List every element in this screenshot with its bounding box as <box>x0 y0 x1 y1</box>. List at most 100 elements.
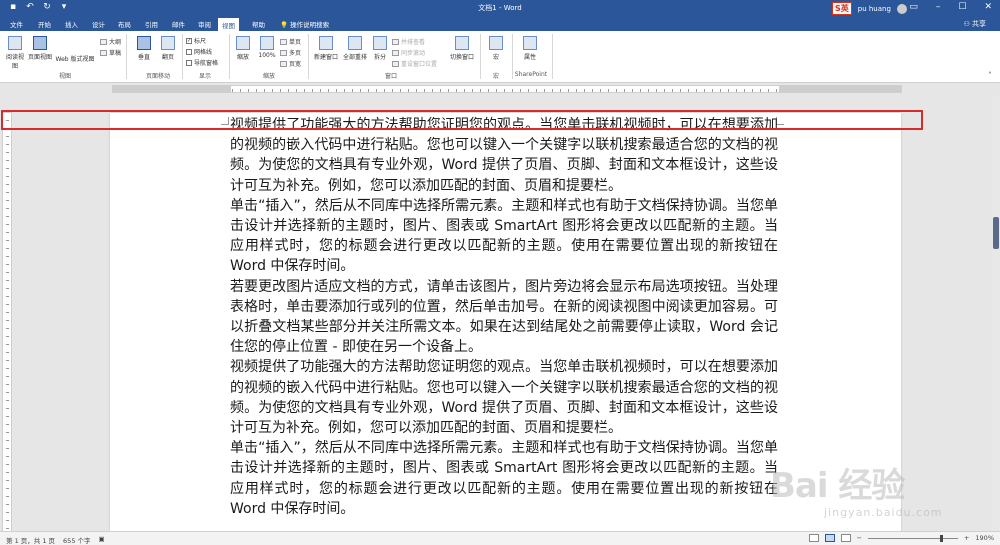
close-icon[interactable]: ✕ <box>984 2 992 12</box>
page-count[interactable]: 第 1 页，共 1 页 <box>6 535 55 545</box>
zoom-level[interactable]: 190% <box>975 534 994 542</box>
web-layout-view-icon[interactable] <box>840 534 851 542</box>
zoom-out-button[interactable]: − <box>857 534 862 542</box>
zoom-slider[interactable] <box>867 534 958 542</box>
reset-window-icon <box>392 60 399 67</box>
ruler-left-margin <box>113 86 231 92</box>
word-count[interactable]: 655 个字 <box>63 535 90 545</box>
macros-button[interactable]: 宏 <box>486 36 506 61</box>
split-button[interactable]: 拆分 <box>371 36 389 61</box>
baidu-jingyan-watermark: Bai 经验 jingyan.baidu.com <box>770 458 960 528</box>
page-width-icon <box>280 60 287 67</box>
print-layout-icon <box>33 36 47 50</box>
read-mode-icon <box>8 36 22 50</box>
tab-view[interactable]: 视图 <box>218 18 239 31</box>
one-page-icon <box>280 38 287 45</box>
group-zoom-label: 缩放 <box>262 73 275 80</box>
minimize-icon[interactable]: – <box>936 2 941 12</box>
ime-badge[interactable]: S英 <box>832 2 852 15</box>
collapse-ribbon-icon[interactable]: ˄ <box>988 71 992 80</box>
new-window-icon <box>319 36 333 50</box>
proofing-icon[interactable]: ▣ <box>99 535 105 545</box>
draft-icon <box>100 49 107 56</box>
ruler-right-margin <box>779 86 901 92</box>
nav-pane-label: 导航窗格 <box>194 60 219 67</box>
magnifier-icon <box>236 36 250 50</box>
multiple-pages-button[interactable]: 多页 <box>280 48 301 57</box>
macros-icon <box>489 36 503 50</box>
view-side-by-side-button[interactable]: 并排查看 <box>392 37 425 46</box>
print-layout-label: 页面视图 <box>27 54 52 61</box>
new-window-button[interactable]: 新建窗口 <box>312 36 340 61</box>
navigation-pane-checkbox[interactable]: 导航窗格 <box>186 58 218 67</box>
scrollbar-thumb[interactable] <box>993 217 999 249</box>
vertical-button[interactable]: 垂直 <box>134 36 154 61</box>
paragraph[interactable]: 单击“插入”，然后从不同库中选择所需元素。主题和样式也有助于文档保持协调。当您单… <box>230 438 778 519</box>
paragraph[interactable]: 若要更改图片适应文档的方式，请单击该图片，图片旁边将会显示布局选项按钮。当处理表… <box>230 277 778 358</box>
page-width-label: 页宽 <box>289 61 302 68</box>
draft-button[interactable]: 草稿 <box>100 48 121 57</box>
window-controls: ▭ – ☐ ✕ <box>909 2 992 12</box>
ruler-track <box>112 85 902 93</box>
switch-windows-label: 切换窗口 <box>449 54 474 61</box>
draft-label: 草稿 <box>109 50 122 57</box>
switch-windows-button[interactable]: 切换窗口 <box>448 36 476 61</box>
zoom-label: 缩放 <box>236 54 249 61</box>
maximize-icon[interactable]: ☐ <box>958 2 966 12</box>
group-divider <box>308 34 309 79</box>
group-divider <box>229 34 230 79</box>
zoom-slider-thumb[interactable] <box>939 534 943 542</box>
reset-window-position-button[interactable]: 重设窗口位置 <box>392 59 437 68</box>
group-macros-label: 宏 <box>492 73 499 80</box>
user-area: S英 pu huang <box>832 2 907 15</box>
lightbulb-icon: 💡 <box>280 21 289 29</box>
horizontal-ruler[interactable] <box>0 83 1000 95</box>
print-layout-view-icon[interactable] <box>824 534 835 542</box>
read-mode-button[interactable]: 阅读视图 <box>4 36 26 70</box>
zoom-button[interactable]: 缩放 <box>234 36 252 61</box>
arrange-all-label: 全部重排 <box>342 54 367 61</box>
paragraph[interactable]: 单击“插入”，然后从不同库中选择所需元素。主题和样式也有助于文档保持协调。当您单… <box>230 196 778 277</box>
side-by-side-icon <box>392 38 399 45</box>
web-layout-label: Web 版式视图 <box>55 56 95 63</box>
new-window-label: 新建窗口 <box>313 54 338 61</box>
gridlines-checkbox[interactable]: 网格线 <box>186 47 212 56</box>
tell-me-search[interactable]: 💡 操作说明搜索 <box>276 19 333 29</box>
page-width-button[interactable]: 页宽 <box>280 59 301 68</box>
document-body[interactable]: 视频提供了功能强大的方法帮助您证明您的观点。当您单击联机视频时，可以在想要添加的… <box>230 115 778 519</box>
read-mode-label: 阅读视图 <box>5 54 24 70</box>
tab-layout[interactable]: 布局 <box>114 19 135 29</box>
one-page-button[interactable]: 单页 <box>280 37 301 46</box>
share-button[interactable]: ⚇ 共享 <box>963 19 986 29</box>
web-layout-button[interactable]: Web 版式视图 <box>54 54 96 63</box>
outline-button[interactable]: 大纲 <box>100 37 121 46</box>
tab-review[interactable]: 审阅 <box>194 19 215 29</box>
ribbon-display-icon[interactable]: ▭ <box>909 2 918 12</box>
tab-design[interactable]: 设计 <box>88 19 109 29</box>
avatar[interactable] <box>896 3 907 14</box>
ruler-checkbox[interactable]: ✓ 标尺 <box>186 36 206 45</box>
user-name[interactable]: pu huang <box>858 5 891 13</box>
one-page-label: 单页 <box>289 39 302 46</box>
synchronous-scrolling-button[interactable]: 同步滚动 <box>392 48 425 57</box>
print-layout-button[interactable]: 页面视图 <box>27 36 53 61</box>
arrange-all-button[interactable]: 全部重排 <box>341 36 369 61</box>
tab-file[interactable]: 文件 <box>6 19 27 29</box>
read-mode-view-icon[interactable] <box>808 534 819 542</box>
tab-insert[interactable]: 插入 <box>61 19 82 29</box>
vertical-ruler[interactable] <box>2 112 12 532</box>
tab-home[interactable]: 开始 <box>34 19 55 29</box>
watermark-url: jingyan.baidu.com <box>824 506 943 519</box>
tab-mailings[interactable]: 邮件 <box>168 19 189 29</box>
zoom-in-button[interactable]: + <box>964 534 969 542</box>
side-to-side-icon <box>161 36 175 50</box>
tab-help[interactable]: 帮助 <box>248 19 269 29</box>
paragraph[interactable]: 视频提供了功能强大的方法帮助您证明您的观点。当您单击联机视频时，可以在想要添加的… <box>230 357 778 438</box>
group-divider <box>182 34 183 79</box>
properties-button[interactable]: 属性 <box>520 36 540 61</box>
vertical-scrollbar[interactable] <box>992 95 1000 531</box>
person-icon: ⚇ <box>963 20 970 28</box>
zoom-100-button[interactable]: 100% <box>256 36 278 59</box>
tab-references[interactable]: 引用 <box>141 19 162 29</box>
side-to-side-button[interactable]: 翻页 <box>158 36 178 61</box>
